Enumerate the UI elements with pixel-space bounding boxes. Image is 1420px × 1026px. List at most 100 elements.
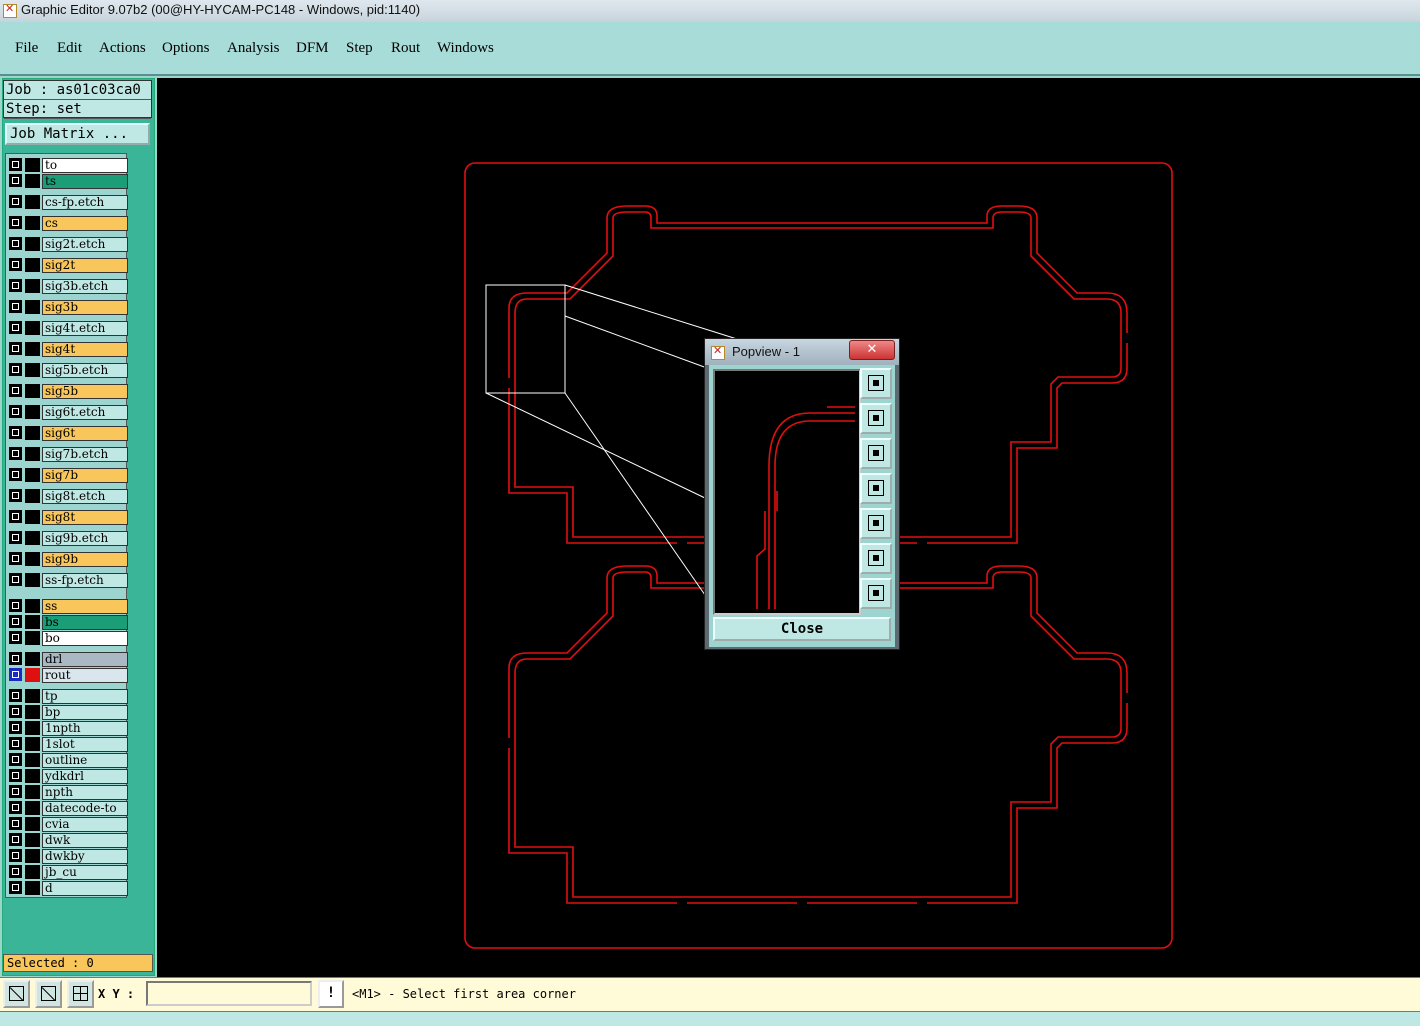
layer-name[interactable]: bo bbox=[42, 631, 128, 646]
layer-name[interactable]: npth bbox=[42, 785, 128, 800]
layer-row-sig4t[interactable]: sig4t bbox=[8, 342, 128, 357]
layer-checkbox[interactable] bbox=[9, 237, 22, 250]
layer-checkbox[interactable] bbox=[9, 599, 22, 612]
layer-name[interactable]: cvia bbox=[42, 817, 128, 832]
layer-checkbox[interactable] bbox=[9, 426, 22, 439]
layer-row-sig7b[interactable]: sig7b bbox=[8, 468, 128, 483]
layer-checkbox[interactable] bbox=[9, 363, 22, 376]
layer-row-outline[interactable]: outline bbox=[8, 753, 128, 768]
layer-checkbox[interactable] bbox=[9, 833, 22, 846]
popview-close-button[interactable]: Close bbox=[713, 617, 891, 641]
layer-name[interactable]: sig8t.etch bbox=[42, 489, 128, 504]
popview-zoom-icon[interactable] bbox=[860, 368, 892, 399]
menu-options[interactable]: Options bbox=[162, 40, 210, 57]
layer-row-d[interactable]: d bbox=[8, 881, 128, 896]
layer-row-cs[interactable]: cs bbox=[8, 216, 128, 231]
layer-name[interactable]: sig3b.etch bbox=[42, 279, 128, 294]
menu-actions[interactable]: Actions bbox=[99, 40, 146, 57]
menu-windows[interactable]: Windows bbox=[437, 40, 494, 57]
layer-name[interactable]: sig8t bbox=[42, 510, 128, 525]
popview-pan-right-icon[interactable] bbox=[860, 508, 892, 539]
xy-input[interactable] bbox=[146, 981, 312, 1006]
layer-checkbox[interactable] bbox=[9, 531, 22, 544]
layer-row-sig3b.etch[interactable]: sig3b.etch bbox=[8, 279, 128, 294]
layer-row-bp[interactable]: bp bbox=[8, 705, 128, 720]
layer-name[interactable]: sig4t bbox=[42, 342, 128, 357]
layer-checkbox[interactable] bbox=[9, 737, 22, 750]
layer-checkbox[interactable] bbox=[9, 174, 22, 187]
menu-step[interactable]: Step bbox=[346, 40, 373, 57]
layer-name[interactable]: cs bbox=[42, 216, 128, 231]
snap-icon[interactable] bbox=[3, 980, 30, 1008]
layer-row-1slot[interactable]: 1slot bbox=[8, 737, 128, 752]
layer-name[interactable]: d bbox=[42, 881, 128, 896]
layer-checkbox[interactable] bbox=[9, 195, 22, 208]
layer-checkbox[interactable] bbox=[9, 849, 22, 862]
layer-name[interactable]: sig6t.etch bbox=[42, 405, 128, 420]
layer-checkbox[interactable] bbox=[9, 510, 22, 523]
warning-button[interactable]: ! bbox=[318, 980, 344, 1008]
layer-checkbox[interactable] bbox=[9, 801, 22, 814]
layer-name[interactable]: sig7b bbox=[42, 468, 128, 483]
layer-row-1npth[interactable]: 1npth bbox=[8, 721, 128, 736]
layer-row-sig6t.etch[interactable]: sig6t.etch bbox=[8, 405, 128, 420]
menu-file[interactable]: File bbox=[15, 40, 38, 57]
layer-name[interactable]: sig6t bbox=[42, 426, 128, 441]
layer-row-sig5b.etch[interactable]: sig5b.etch bbox=[8, 363, 128, 378]
layer-checkbox[interactable] bbox=[9, 300, 22, 313]
layer-checkbox[interactable] bbox=[9, 573, 22, 586]
layer-name[interactable]: rout bbox=[42, 668, 128, 683]
layer-checkbox[interactable] bbox=[9, 865, 22, 878]
layer-checkbox[interactable] bbox=[9, 216, 22, 229]
layer-row-sig8t.etch[interactable]: sig8t.etch bbox=[8, 489, 128, 504]
layer-checkbox[interactable] bbox=[9, 279, 22, 292]
layer-row-ts[interactable]: ts bbox=[8, 174, 128, 189]
layer-checkbox[interactable] bbox=[9, 489, 22, 502]
layer-row-npth[interactable]: npth bbox=[8, 785, 128, 800]
layer-row-bs[interactable]: bs bbox=[8, 615, 128, 630]
layer-name[interactable]: sig2t bbox=[42, 258, 128, 273]
layer-row-dwkby[interactable]: dwkby bbox=[8, 849, 128, 864]
layer-checkbox[interactable] bbox=[9, 468, 22, 481]
layer-checkbox[interactable] bbox=[9, 785, 22, 798]
popview-pan-left-icon[interactable] bbox=[860, 473, 892, 504]
layer-row-sig2t.etch[interactable]: sig2t.etch bbox=[8, 237, 128, 252]
layer-checkbox[interactable] bbox=[9, 652, 22, 665]
layer-checkbox[interactable] bbox=[9, 705, 22, 718]
layer-name[interactable]: ydkdrl bbox=[42, 769, 128, 784]
layer-row-bo[interactable]: bo bbox=[8, 631, 128, 646]
layer-name[interactable]: to bbox=[42, 158, 128, 173]
menu-rout[interactable]: Rout bbox=[391, 40, 420, 57]
popview-pan-up-icon[interactable] bbox=[860, 403, 892, 434]
popview-close-icon[interactable]: ✕ bbox=[849, 340, 895, 360]
layer-checkbox[interactable] bbox=[9, 769, 22, 782]
job-matrix-button[interactable]: Job Matrix ... bbox=[5, 123, 150, 145]
layer-name[interactable]: sig7b.etch bbox=[42, 447, 128, 462]
layer-row-sig5b[interactable]: sig5b bbox=[8, 384, 128, 399]
layer-row-ss[interactable]: ss bbox=[8, 599, 128, 614]
popview-zoom-in-icon[interactable] bbox=[860, 543, 892, 574]
layer-name[interactable]: sig5b.etch bbox=[42, 363, 128, 378]
layer-name[interactable]: dwk bbox=[42, 833, 128, 848]
layer-row-ydkdrl[interactable]: ydkdrl bbox=[8, 769, 128, 784]
layer-row-sig9b[interactable]: sig9b bbox=[8, 552, 128, 567]
layer-name[interactable]: jb_cu bbox=[42, 865, 128, 880]
layer-row-sig8t[interactable]: sig8t bbox=[8, 510, 128, 525]
layer-name[interactable]: sig4t.etch bbox=[42, 321, 128, 336]
layer-row-dwk[interactable]: dwk bbox=[8, 833, 128, 848]
layer-row-sig3b[interactable]: sig3b bbox=[8, 300, 128, 315]
popview-canvas[interactable] bbox=[713, 369, 861, 615]
layer-name[interactable]: outline bbox=[42, 753, 128, 768]
layer-row-cvia[interactable]: cvia bbox=[8, 817, 128, 832]
menu-analysis[interactable]: Analysis bbox=[227, 40, 280, 57]
layer-name[interactable]: ts bbox=[42, 174, 128, 189]
popview-zoom-out-icon[interactable] bbox=[860, 578, 892, 609]
layer-name[interactable]: datecode-to bbox=[42, 801, 128, 816]
measure-icon[interactable] bbox=[35, 980, 62, 1008]
layer-checkbox[interactable] bbox=[9, 753, 22, 766]
layer-row-to[interactable]: to bbox=[8, 158, 128, 173]
layer-row-rout[interactable]: rout bbox=[8, 668, 128, 683]
menu-edit[interactable]: Edit bbox=[57, 40, 82, 57]
layer-row-sig7b.etch[interactable]: sig7b.etch bbox=[8, 447, 128, 462]
layer-name[interactable]: bs bbox=[42, 615, 128, 630]
